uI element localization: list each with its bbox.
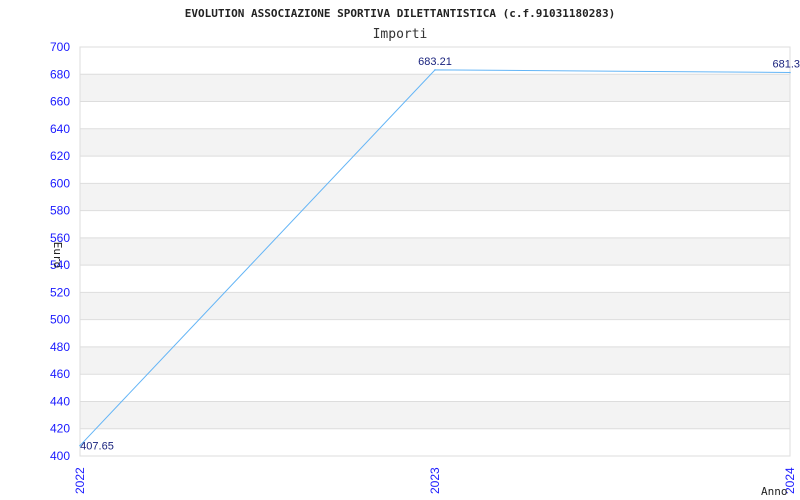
grid-band xyxy=(80,183,790,211)
y-axis-label: Euro xyxy=(51,242,64,269)
line-chart: EVOLUTION ASSOCIAZIONE SPORTIVA DILETTAN… xyxy=(50,7,800,498)
y-tick-label: 680 xyxy=(50,67,70,81)
y-tick-label: 400 xyxy=(50,449,70,463)
y-tick-label: 600 xyxy=(50,176,70,190)
chart-subtitle: Importi xyxy=(373,27,428,42)
y-tick-label: 460 xyxy=(50,367,70,381)
y-tick-label: 440 xyxy=(50,394,70,408)
y-tick-label: 660 xyxy=(50,95,70,109)
x-tick-label: 2022 xyxy=(73,467,87,494)
y-tick-label: 700 xyxy=(50,40,70,54)
grid-band xyxy=(80,74,790,102)
y-tick-label: 480 xyxy=(50,340,70,354)
y-tick-label: 420 xyxy=(50,422,70,436)
grid-band xyxy=(80,292,790,320)
x-tick-label: 2023 xyxy=(428,467,442,494)
data-label: 407.65 xyxy=(80,441,114,453)
x-axis-label: Anno xyxy=(761,485,788,498)
chart-title: EVOLUTION ASSOCIAZIONE SPORTIVA DILETTAN… xyxy=(185,7,615,20)
grid-band xyxy=(80,346,790,375)
data-point xyxy=(789,71,791,74)
y-tick-label: 620 xyxy=(50,149,70,163)
data-label: 683.21 xyxy=(418,56,452,68)
data-label: 681.3 xyxy=(772,58,800,70)
y-tick-label: 640 xyxy=(50,122,70,136)
grid-band xyxy=(80,401,790,429)
y-tick-label: 520 xyxy=(50,285,70,299)
y-tick-label: 580 xyxy=(50,204,70,218)
grid-band xyxy=(80,128,790,157)
grid-band xyxy=(80,237,790,266)
data-point xyxy=(434,69,436,71)
y-tick-label: 500 xyxy=(50,313,70,327)
